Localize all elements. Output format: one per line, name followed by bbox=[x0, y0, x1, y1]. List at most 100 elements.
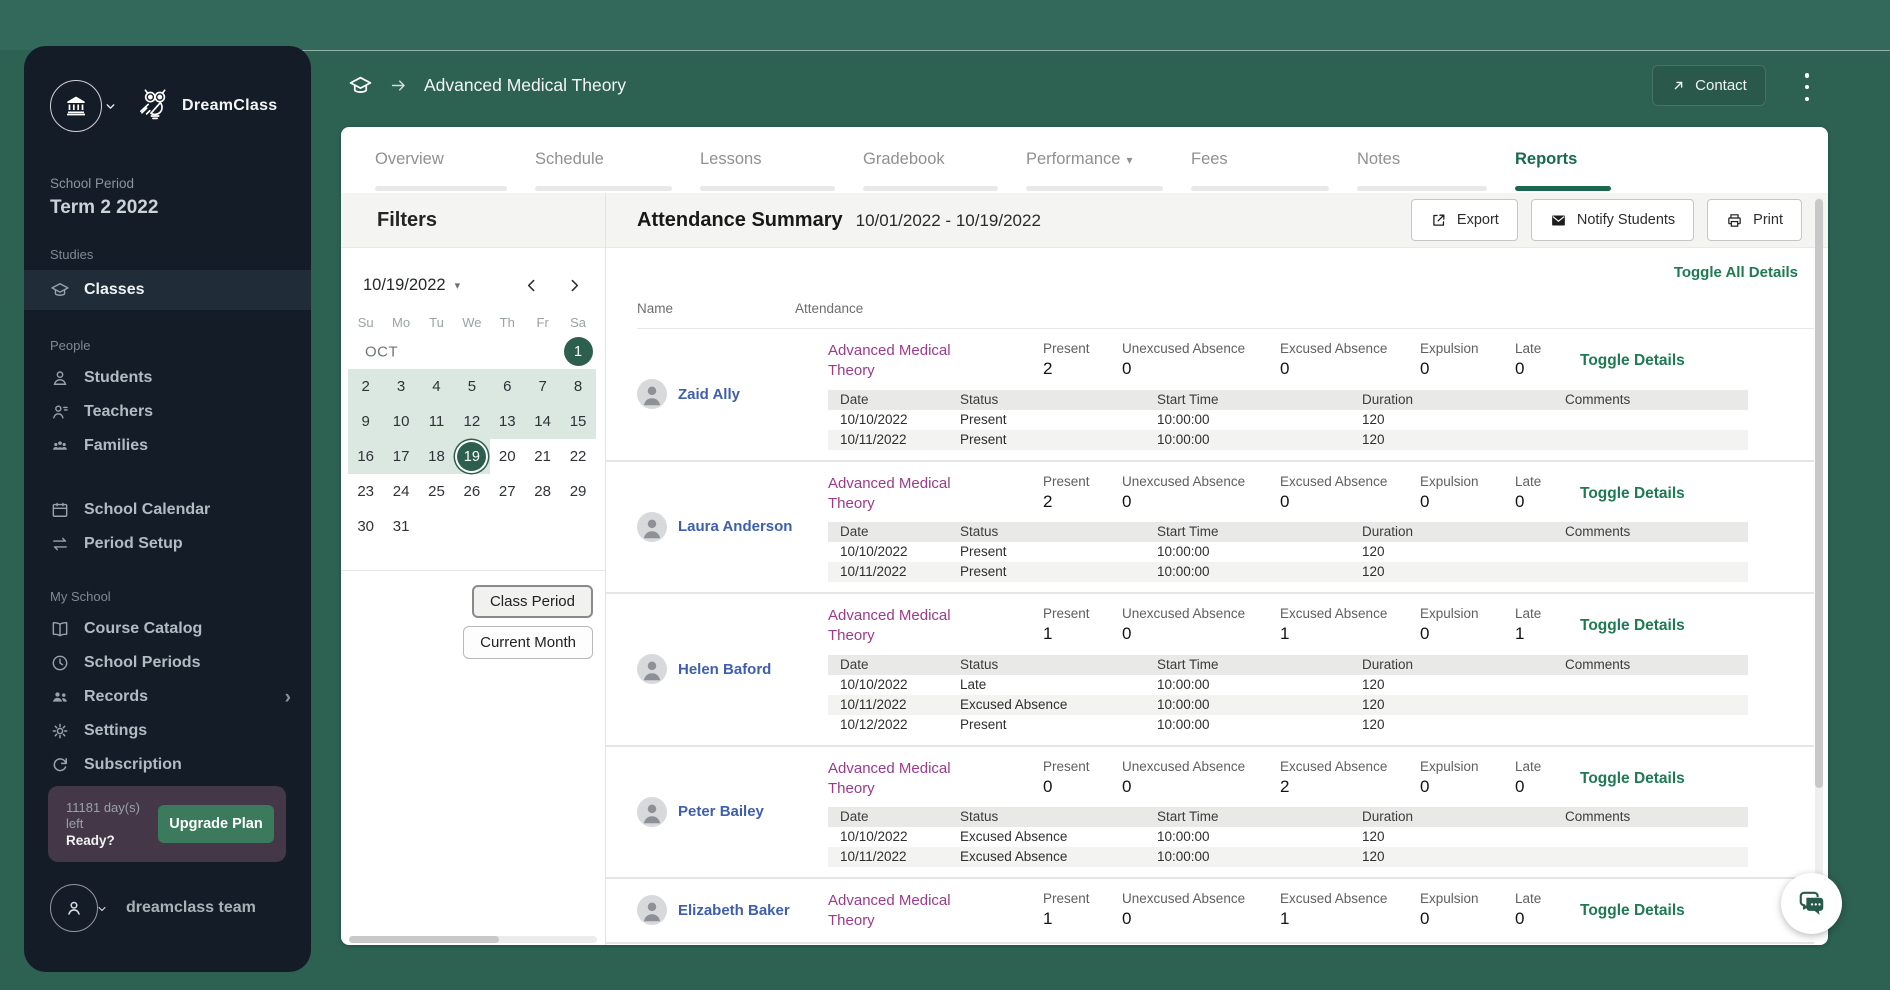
calendar-day[interactable]: 19 bbox=[454, 439, 490, 474]
calendar-day[interactable]: 30 bbox=[348, 509, 383, 544]
sidebar-item-students[interactable]: Students bbox=[24, 361, 311, 395]
tab-schedule[interactable]: Schedule bbox=[535, 139, 672, 193]
detail-cell: 10/11/2022 bbox=[840, 564, 907, 579]
next-month-button[interactable] bbox=[566, 277, 583, 294]
calendar-day[interactable]: 29 bbox=[560, 474, 595, 509]
class-name-link[interactable]: Advanced Medical Theory bbox=[828, 606, 1043, 647]
detail-cell bbox=[1565, 827, 1748, 847]
student-name-link[interactable]: Peter Bailey bbox=[678, 803, 764, 820]
prev-month-button[interactable] bbox=[523, 277, 540, 294]
calendar-day[interactable]: 6 bbox=[489, 369, 525, 404]
stat-late: Late 0 bbox=[1515, 759, 1572, 800]
school-switcher[interactable] bbox=[50, 80, 102, 132]
sidebar-item-school-calendar[interactable]: School Calendar bbox=[24, 493, 311, 527]
tab-notes[interactable]: Notes bbox=[1357, 139, 1487, 193]
notify-students-button[interactable]: Notify Students bbox=[1530, 199, 1695, 241]
chevron-down-icon[interactable] bbox=[104, 100, 117, 113]
calendar-day[interactable]: 8 bbox=[560, 369, 596, 404]
calendar-day[interactable]: 14 bbox=[524, 404, 561, 439]
upgrade-plan-button[interactable]: Upgrade Plan bbox=[158, 805, 274, 843]
sidebar-item-period-setup[interactable]: Period Setup bbox=[24, 527, 311, 561]
class-name-link[interactable]: Advanced Medical Theory bbox=[828, 474, 1043, 515]
calendar-day[interactable]: 9 bbox=[348, 404, 384, 439]
sidebar-item-subscription[interactable]: Subscription bbox=[24, 748, 311, 782]
calendar-day[interactable]: 15 bbox=[560, 404, 596, 439]
calendar-day[interactable]: 18 bbox=[418, 439, 455, 474]
detail-cell bbox=[1565, 410, 1748, 430]
horizontal-scrollbar[interactable] bbox=[349, 936, 597, 943]
stat-expulsion: Expulsion 0 bbox=[1420, 606, 1515, 647]
calendar-day[interactable]: 21 bbox=[525, 439, 560, 474]
current-month-button[interactable]: Current Month bbox=[463, 626, 593, 659]
calendar-day[interactable]: 11 bbox=[418, 404, 455, 439]
sidebar-item-teachers[interactable]: Teachers bbox=[24, 395, 311, 429]
calendar-day[interactable]: 22 bbox=[560, 439, 595, 474]
contact-button[interactable]: Contact bbox=[1652, 65, 1766, 106]
class-name-link[interactable]: Advanced Medical Theory bbox=[828, 341, 1043, 382]
tab-performance[interactable]: Performance ▾ bbox=[1026, 139, 1163, 193]
calendar-day[interactable]: 16 bbox=[348, 439, 384, 474]
calendar-day[interactable]: 17 bbox=[383, 439, 419, 474]
tab-gradebook[interactable]: Gradebook bbox=[863, 139, 998, 193]
detail-cell: Excused Absence bbox=[960, 829, 1068, 844]
toggle-details-link[interactable]: Toggle Details bbox=[1580, 617, 1685, 635]
class-name-link[interactable]: Advanced Medical Theory bbox=[828, 891, 1043, 932]
detail-col-header: Comments bbox=[1565, 524, 1631, 539]
toggle-all-details-link[interactable]: Toggle All Details bbox=[606, 248, 1828, 281]
sidebar-item-course-catalog[interactable]: Course Catalog bbox=[24, 612, 311, 646]
toggle-details-link[interactable]: Toggle Details bbox=[1580, 352, 1685, 370]
kebab-menu[interactable] bbox=[1799, 73, 1815, 101]
calendar-day[interactable]: 13 bbox=[489, 404, 525, 439]
vertical-scrollbar[interactable] bbox=[1815, 197, 1823, 933]
avatar bbox=[637, 511, 667, 542]
calendar-day[interactable]: 28 bbox=[525, 474, 560, 509]
date-select[interactable]: 10/19/2022 ▾ bbox=[363, 276, 460, 295]
day-number: 13 bbox=[498, 413, 516, 430]
class-period-button[interactable]: Class Period bbox=[471, 585, 593, 618]
student-name-link[interactable]: Zaid Ally bbox=[678, 386, 740, 403]
toggle-details-link[interactable]: Toggle Details bbox=[1580, 770, 1685, 788]
calendar-day[interactable]: 1 bbox=[560, 334, 595, 369]
student-name-link[interactable]: Elizabeth Baker bbox=[678, 902, 790, 919]
account-menu[interactable]: dreamclass team bbox=[50, 884, 256, 932]
calendar-day[interactable]: 2 bbox=[348, 369, 384, 404]
calendar-day[interactable]: 7 bbox=[524, 369, 561, 404]
tab-overview[interactable]: Overview bbox=[375, 139, 507, 193]
calendar-day[interactable]: 20 bbox=[490, 439, 525, 474]
student-name-link[interactable]: Laura Anderson bbox=[678, 518, 792, 535]
calendar-day[interactable]: 26 bbox=[454, 474, 489, 509]
calendar-day[interactable]: 24 bbox=[383, 474, 418, 509]
toggle-details-link[interactable]: Toggle Details bbox=[1580, 902, 1685, 920]
tab-reports[interactable]: Reports bbox=[1515, 139, 1611, 193]
chat-fab[interactable] bbox=[1781, 873, 1842, 934]
student-name-link[interactable]: Helen Baford bbox=[678, 661, 771, 678]
print-button[interactable]: Print bbox=[1707, 199, 1802, 241]
action-label: Export bbox=[1456, 212, 1499, 228]
tab-bar: Overview Schedule Lessons Gradebook Performa… bbox=[341, 127, 1828, 193]
student-attendance-cell: Advanced Medical Theory Present 0 Unexcused… bbox=[828, 757, 1814, 867]
sidebar-item-settings[interactable]: Settings bbox=[24, 714, 311, 748]
sidebar-item-families[interactable]: Families bbox=[24, 429, 311, 463]
calendar-day[interactable]: 31 bbox=[383, 509, 418, 544]
calendar-day[interactable]: 10 bbox=[383, 404, 419, 439]
calendar-day[interactable]: 25 bbox=[419, 474, 454, 509]
toggle-details-link[interactable]: Toggle Details bbox=[1580, 485, 1685, 503]
calendar-day[interactable]: 5 bbox=[454, 369, 490, 404]
action-label: Notify Students bbox=[1576, 212, 1676, 228]
sidebar-item-records[interactable]: Records › bbox=[24, 680, 311, 714]
stat-excused-absence: Excused Absence 1 bbox=[1280, 606, 1420, 647]
class-name-link[interactable]: Advanced Medical Theory bbox=[828, 759, 1043, 800]
calendar-day[interactable]: 3 bbox=[383, 369, 419, 404]
calendar-day[interactable]: 27 bbox=[490, 474, 525, 509]
sidebar-item-classes[interactable]: Classes bbox=[24, 270, 311, 310]
calendar-day[interactable]: 12 bbox=[454, 404, 490, 439]
detail-cell: 10:00:00 bbox=[1157, 564, 1210, 579]
calendar-day[interactable]: 4 bbox=[418, 369, 455, 404]
sidebar-item-school-periods[interactable]: School Periods bbox=[24, 646, 311, 680]
tab-fees[interactable]: Fees bbox=[1191, 139, 1329, 193]
tab-lessons[interactable]: Lessons bbox=[700, 139, 835, 193]
export-button[interactable]: Export bbox=[1410, 199, 1518, 241]
calendar-day[interactable]: 23 bbox=[348, 474, 383, 509]
top-strip bbox=[0, 0, 1890, 50]
day-number: 21 bbox=[534, 448, 551, 465]
